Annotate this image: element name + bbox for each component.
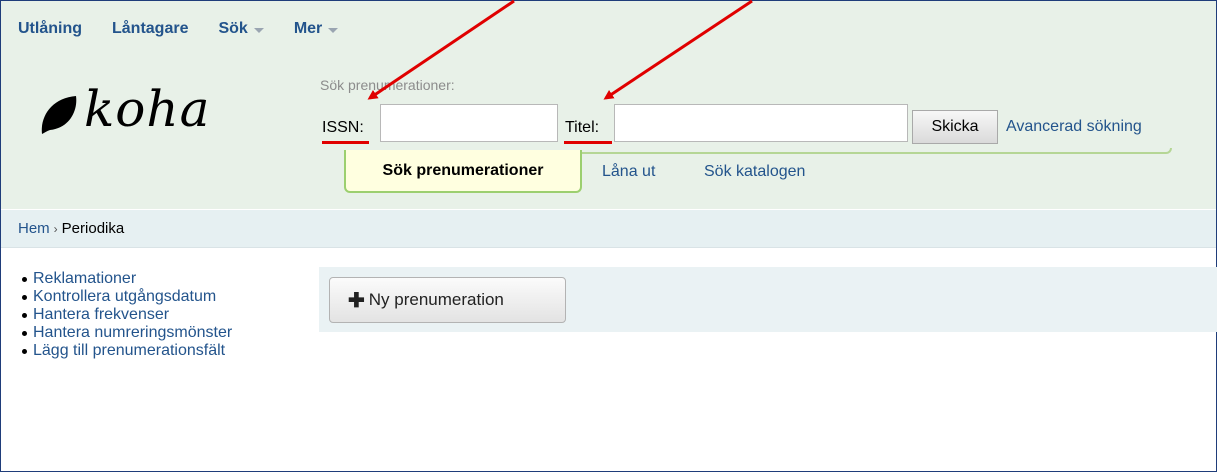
annotation-arrows (367, 0, 753, 100)
arrow-to-title (603, 0, 753, 100)
arrow-to-issn (367, 0, 515, 100)
